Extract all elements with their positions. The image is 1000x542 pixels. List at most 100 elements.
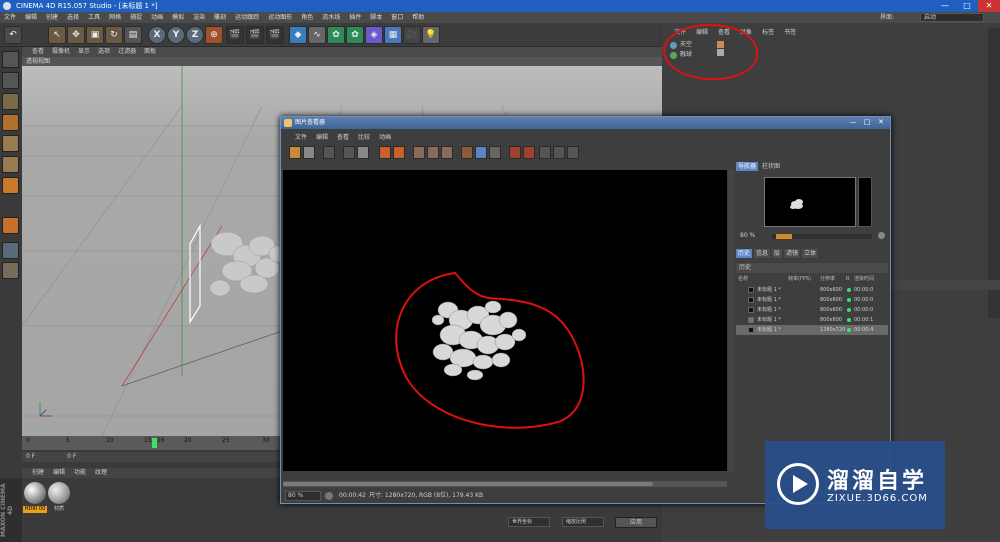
compare-b-icon[interactable] bbox=[427, 146, 439, 159]
menu-motion-tracker[interactable]: 运动跟踪 bbox=[235, 12, 259, 23]
workplane-icon[interactable] bbox=[2, 114, 19, 131]
deformer-icon[interactable]: ◈ bbox=[365, 26, 383, 44]
menu-render[interactable]: 渲染 bbox=[193, 12, 205, 23]
vp-menu-options[interactable]: 选项 bbox=[98, 47, 110, 57]
vp-menu-filter[interactable]: 过滤器 bbox=[118, 47, 136, 57]
current-frame-field[interactable]: 0 F bbox=[26, 453, 35, 460]
alpha-icon[interactable] bbox=[475, 146, 487, 159]
layout-dropdown[interactable]: 启动 bbox=[920, 13, 984, 22]
color-a-icon[interactable] bbox=[509, 146, 521, 159]
pv-close-button[interactable]: ✕ bbox=[874, 117, 888, 128]
zoom-apply-icon[interactable] bbox=[325, 492, 333, 500]
menu-simulate[interactable]: 模拟 bbox=[172, 12, 184, 23]
pv-menu-view[interactable]: 查看 bbox=[337, 133, 349, 143]
menu-character[interactable]: 角色 bbox=[301, 12, 313, 23]
menu-sculpt[interactable]: 雕刻 bbox=[214, 12, 226, 23]
material-hdri-preview[interactable] bbox=[24, 482, 46, 504]
render-settings-icon[interactable]: 🎬 bbox=[266, 26, 284, 44]
history-row[interactable]: 未标题 1 * 800x600 00:00:0 bbox=[736, 305, 888, 315]
snap-icon[interactable] bbox=[2, 217, 19, 234]
apply-button[interactable]: 应用 bbox=[615, 517, 657, 528]
light-icon[interactable]: 💡 bbox=[422, 26, 440, 44]
select-icon[interactable]: ↖ bbox=[48, 26, 66, 44]
color-b-icon[interactable] bbox=[523, 146, 535, 159]
pv-menu-animation[interactable]: 动画 bbox=[379, 133, 391, 143]
edges-mode-icon[interactable] bbox=[2, 156, 19, 173]
texture-mode-icon[interactable] bbox=[2, 93, 19, 110]
camera-icon[interactable]: 🎥 bbox=[403, 26, 421, 44]
tab-stereo[interactable]: 立体 bbox=[802, 249, 819, 258]
array-icon[interactable]: ✿ bbox=[346, 26, 364, 44]
menu-tools[interactable]: 工具 bbox=[88, 12, 100, 23]
compare-swap-icon[interactable] bbox=[441, 146, 453, 159]
coord-scale-dropdown[interactable]: 缩放比例 bbox=[562, 517, 604, 527]
material-hdri-label[interactable]: HDRI 00 bbox=[23, 506, 47, 513]
scale-icon[interactable]: ▣ bbox=[86, 26, 104, 44]
stop-render-icon[interactable] bbox=[393, 146, 405, 159]
menu-pipeline[interactable]: 流水线 bbox=[322, 12, 340, 23]
coord-space-dropdown[interactable]: 世界坐标 bbox=[508, 517, 550, 527]
menu-animate[interactable]: 动画 bbox=[151, 12, 163, 23]
axis-x-button[interactable]: X bbox=[148, 26, 166, 44]
menu-help[interactable]: 帮助 bbox=[412, 12, 424, 23]
menu-edit[interactable]: 编辑 bbox=[25, 12, 37, 23]
vp-menu-panel[interactable]: 面板 bbox=[144, 47, 156, 57]
mat-menu-texture[interactable]: 纹理 bbox=[95, 468, 107, 478]
floor-icon[interactable]: ▦ bbox=[384, 26, 402, 44]
start-frame-field[interactable]: 0 F bbox=[67, 453, 76, 460]
navigator-zoom-button[interactable] bbox=[878, 232, 885, 239]
pv-menu-edit[interactable]: 编辑 bbox=[316, 133, 328, 143]
history-row[interactable]: 未标题 1 * 800x600 00:00:0 bbox=[736, 295, 888, 305]
cube-icon[interactable]: ◆ bbox=[289, 26, 307, 44]
pen-spline-icon[interactable]: ∿ bbox=[308, 26, 326, 44]
menu-plugins[interactable]: 插件 bbox=[349, 12, 361, 23]
vp-menu-display[interactable]: 显示 bbox=[78, 47, 90, 57]
tweak-mode-icon[interactable] bbox=[2, 262, 19, 279]
timeline-ruler[interactable]: 0 5 10 15 16 20 25 30 bbox=[22, 436, 282, 450]
fit-icon[interactable] bbox=[489, 146, 501, 159]
rotate-icon[interactable]: ↻ bbox=[105, 26, 123, 44]
render-canvas[interactable] bbox=[283, 170, 727, 471]
navigator-zoom-value[interactable]: 80 % bbox=[740, 231, 755, 241]
history-row[interactable]: 未标题 1 * 800x600 00:00:0 bbox=[736, 285, 888, 295]
prev-frame-icon[interactable] bbox=[539, 146, 551, 159]
zoom-dropdown[interactable]: 80 % bbox=[285, 491, 321, 501]
tab-layers[interactable]: 层 bbox=[772, 249, 783, 258]
menu-file[interactable]: 文件 bbox=[4, 12, 16, 23]
make-editable-icon[interactable] bbox=[2, 51, 19, 68]
menu-create[interactable]: 创建 bbox=[46, 12, 58, 23]
recent-tools-icon[interactable]: ▤ bbox=[124, 26, 142, 44]
crop-icon[interactable] bbox=[343, 146, 355, 159]
material-glass-label[interactable]: 材质 bbox=[47, 506, 71, 513]
om-menu-tags[interactable]: 标签 bbox=[762, 28, 774, 38]
canvas-vertical-scrollbar[interactable] bbox=[728, 170, 734, 471]
points-mode-icon[interactable] bbox=[2, 135, 19, 152]
render-picture-viewer-icon[interactable]: 🎬 bbox=[246, 26, 264, 44]
history-row[interactable]: 未标题 1 * 800x600 00:00:1 bbox=[736, 315, 888, 325]
tab-filter[interactable]: 滤镜 bbox=[784, 249, 801, 258]
vp-menu-camera[interactable]: 摄像机 bbox=[52, 47, 70, 57]
canvas-horizontal-scrollbar[interactable] bbox=[283, 481, 727, 487]
move-icon[interactable]: ✥ bbox=[67, 26, 85, 44]
mat-menu-edit[interactable]: 编辑 bbox=[53, 468, 65, 478]
minimize-button[interactable]: — bbox=[934, 0, 956, 12]
menu-window[interactable]: 窗口 bbox=[391, 12, 403, 23]
mat-menu-create[interactable]: 创建 bbox=[32, 468, 44, 478]
copy-icon[interactable] bbox=[323, 146, 335, 159]
render-view-icon[interactable]: 🎬 bbox=[226, 26, 244, 44]
axis-z-button[interactable]: Z bbox=[186, 26, 204, 44]
pv-menu-compare[interactable]: 比较 bbox=[358, 133, 370, 143]
playhead[interactable] bbox=[152, 438, 157, 448]
menu-mesh[interactable]: 网格 bbox=[109, 12, 121, 23]
mat-menu-function[interactable]: 功能 bbox=[74, 468, 86, 478]
render-icon[interactable] bbox=[379, 146, 391, 159]
navigator-zoom-slider[interactable] bbox=[772, 234, 872, 239]
tab-info[interactable]: 信息 bbox=[754, 249, 771, 258]
history-row-selected[interactable]: 未标题 1 * 1280x720 00:00:4 bbox=[736, 325, 888, 335]
tab-navigator[interactable]: 导航器 bbox=[736, 162, 759, 171]
axis-mode-icon[interactable] bbox=[2, 242, 19, 259]
scroll-thumb[interactable] bbox=[283, 482, 653, 486]
channel-icon[interactable] bbox=[461, 146, 473, 159]
menu-snap[interactable]: 捕捉 bbox=[130, 12, 142, 23]
pv-menu-file[interactable]: 文件 bbox=[295, 133, 307, 143]
